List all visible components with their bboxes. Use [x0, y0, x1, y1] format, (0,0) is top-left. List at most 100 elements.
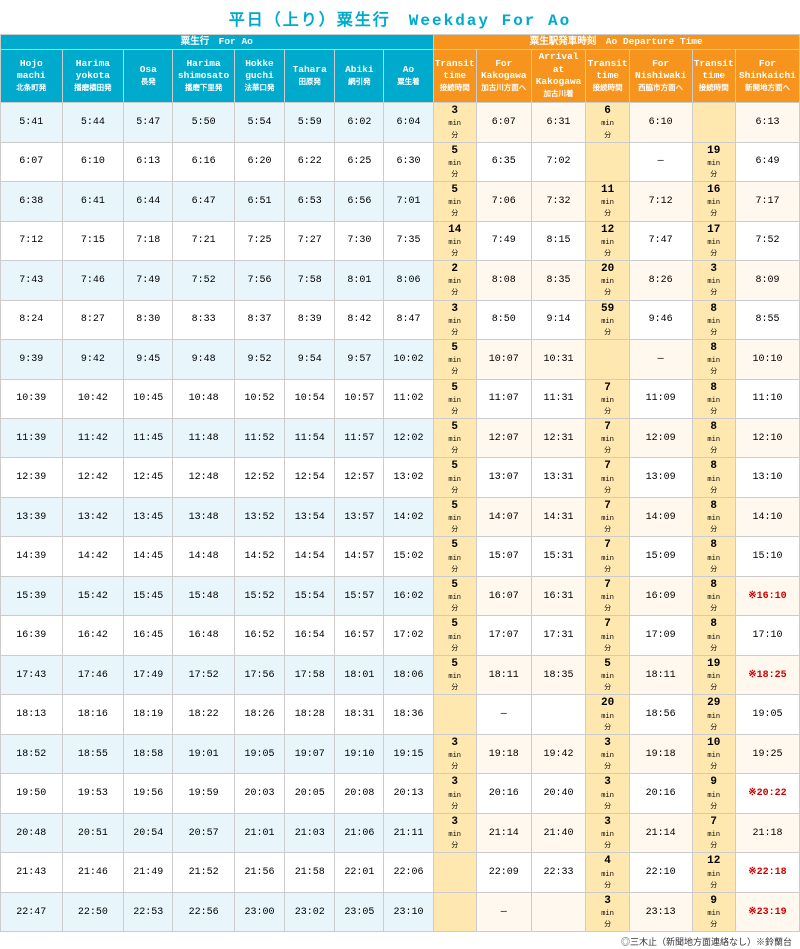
transit-cell-1: 2min分 — [433, 261, 476, 300]
left-cell: 6:25 — [335, 142, 384, 181]
transit-cell-2: 7min分 — [586, 458, 629, 497]
left-cell: 23:10 — [384, 892, 433, 931]
col-header-left-6: Abiki網引発 — [335, 50, 384, 103]
left-cell: 23:00 — [234, 892, 284, 931]
left-cell: 11:54 — [285, 419, 335, 458]
col-header-right-3: Transittime接続時間 — [586, 50, 629, 103]
shinkaichi-cell: 19:25 — [735, 734, 799, 773]
nishiwaki-cell: 15:09 — [629, 537, 692, 576]
nishiwaki-cell: — — [629, 142, 692, 181]
arrival-kago-cell: 21:40 — [531, 813, 586, 852]
transit-cell-1: 3min分 — [433, 300, 476, 339]
kakogawa-cell: 7:06 — [476, 182, 531, 221]
left-cell: 20:51 — [62, 813, 124, 852]
transit-cell-3: 8min分 — [692, 379, 735, 418]
nishiwaki-cell: 7:12 — [629, 182, 692, 221]
transit-cell-3: 8min分 — [692, 497, 735, 536]
col-header-right-5: Transittime接続時間 — [692, 50, 735, 103]
left-cell: 15:02 — [384, 537, 433, 576]
arrival-kago-cell: 10:31 — [531, 340, 586, 379]
left-cell: 12:45 — [124, 458, 173, 497]
left-cell: 6:51 — [234, 182, 284, 221]
table-row: 19:5019:5319:5619:5920:0320:0520:0820:13… — [1, 774, 800, 813]
transit-cell-1: 3min分 — [433, 103, 476, 142]
nishiwaki-cell: 23:13 — [629, 892, 692, 931]
nishiwaki-cell: 6:10 — [629, 103, 692, 142]
nishiwaki-cell: 12:09 — [629, 419, 692, 458]
left-cell: 19:56 — [124, 774, 173, 813]
kakogawa-cell: 18:11 — [476, 655, 531, 694]
transit-cell-2: 7min分 — [586, 379, 629, 418]
left-cell: 6:53 — [285, 182, 335, 221]
nishiwaki-cell: 18:11 — [629, 655, 692, 694]
left-cell: 13:45 — [124, 497, 173, 536]
left-cell: 7:12 — [1, 221, 63, 260]
left-cell: 7:35 — [384, 221, 433, 260]
left-cell: 14:57 — [335, 537, 384, 576]
transit-cell-3: 10min分 — [692, 734, 735, 773]
left-cell: 22:01 — [335, 853, 384, 892]
left-cell: 22:06 — [384, 853, 433, 892]
transit-cell-3: 9min分 — [692, 774, 735, 813]
transit-cell-1: 5min分 — [433, 419, 476, 458]
shinkaichi-cell: ※18:25 — [735, 655, 799, 694]
transit-cell-3: 8min分 — [692, 458, 735, 497]
transit-cell-1: 14min分 — [433, 221, 476, 260]
arrival-kago-cell: 20:40 — [531, 774, 586, 813]
left-cell: 18:28 — [285, 695, 335, 734]
arrival-kago-cell: 13:31 — [531, 458, 586, 497]
transit-cell-3 — [692, 103, 735, 142]
table-row: 18:1318:1618:1918:2218:2618:2818:3118:36… — [1, 695, 800, 734]
left-cell: 18:22 — [173, 695, 235, 734]
transit-cell-1: 3min分 — [433, 774, 476, 813]
left-cell: 9:42 — [62, 340, 124, 379]
shinkaichi-cell: 21:18 — [735, 813, 799, 852]
left-cell: 19:15 — [384, 734, 433, 773]
transit-cell-2: 3min分 — [586, 734, 629, 773]
page-title: 平日（上り）粟生行 Weekday For Ao — [0, 0, 800, 34]
left-cell: 14:42 — [62, 537, 124, 576]
transit-cell-3: 29min分 — [692, 695, 735, 734]
transit-cell-1: 5min分 — [433, 537, 476, 576]
table-row: 16:3916:4216:4516:4816:5216:5416:5717:02… — [1, 616, 800, 655]
left-cell: 21:03 — [285, 813, 335, 852]
left-cell: 19:59 — [173, 774, 235, 813]
left-cell: 21:01 — [234, 813, 284, 852]
table-row: 18:5218:5518:5819:0119:0519:0719:1019:15… — [1, 734, 800, 773]
left-cell: 6:07 — [1, 142, 63, 181]
left-cell: 6:20 — [234, 142, 284, 181]
arrival-kago-cell: 12:31 — [531, 419, 586, 458]
col-header-right-2: Arrival atKakogawa加古川着 — [531, 50, 586, 103]
shinkaichi-cell: ※20:22 — [735, 774, 799, 813]
kakogawa-cell: 10:07 — [476, 340, 531, 379]
left-cell: 18:55 — [62, 734, 124, 773]
transit-cell-3: 16min分 — [692, 182, 735, 221]
transit-cell-1: 5min分 — [433, 142, 476, 181]
left-cell: 14:45 — [124, 537, 173, 576]
left-cell: 15:52 — [234, 576, 284, 615]
table-row: 7:437:467:497:527:567:588:018:062min分8:0… — [1, 261, 800, 300]
left-cell: 8:27 — [62, 300, 124, 339]
table-row: 5:415:445:475:505:545:596:026:043min分6:0… — [1, 103, 800, 142]
shinkaichi-cell: 8:55 — [735, 300, 799, 339]
kakogawa-cell: 20:16 — [476, 774, 531, 813]
left-cell: 14:48 — [173, 537, 235, 576]
arrival-kago-cell: 14:31 — [531, 497, 586, 536]
left-cell: 21:11 — [384, 813, 433, 852]
table-row: 6:386:416:446:476:516:536:567:015min分7:0… — [1, 182, 800, 221]
left-cell: 5:54 — [234, 103, 284, 142]
left-cell: 12:02 — [384, 419, 433, 458]
table-row: 10:3910:4210:4510:4810:5210:5410:5711:02… — [1, 379, 800, 418]
left-cell: 16:02 — [384, 576, 433, 615]
col-header-right-1: ForKakogawa加古川方面へ — [476, 50, 531, 103]
transit-cell-3: 8min分 — [692, 537, 735, 576]
nishiwaki-cell: 18:56 — [629, 695, 692, 734]
left-section-header: 粟生行 For Ao — [1, 35, 434, 50]
transit-cell-1 — [433, 853, 476, 892]
left-cell: 15:57 — [335, 576, 384, 615]
transit-cell-2: 12min分 — [586, 221, 629, 260]
transit-cell-2: 7min分 — [586, 497, 629, 536]
left-cell: 9:54 — [285, 340, 335, 379]
col-header-left-7: Ao粟生着 — [384, 50, 433, 103]
left-cell: 20:05 — [285, 774, 335, 813]
